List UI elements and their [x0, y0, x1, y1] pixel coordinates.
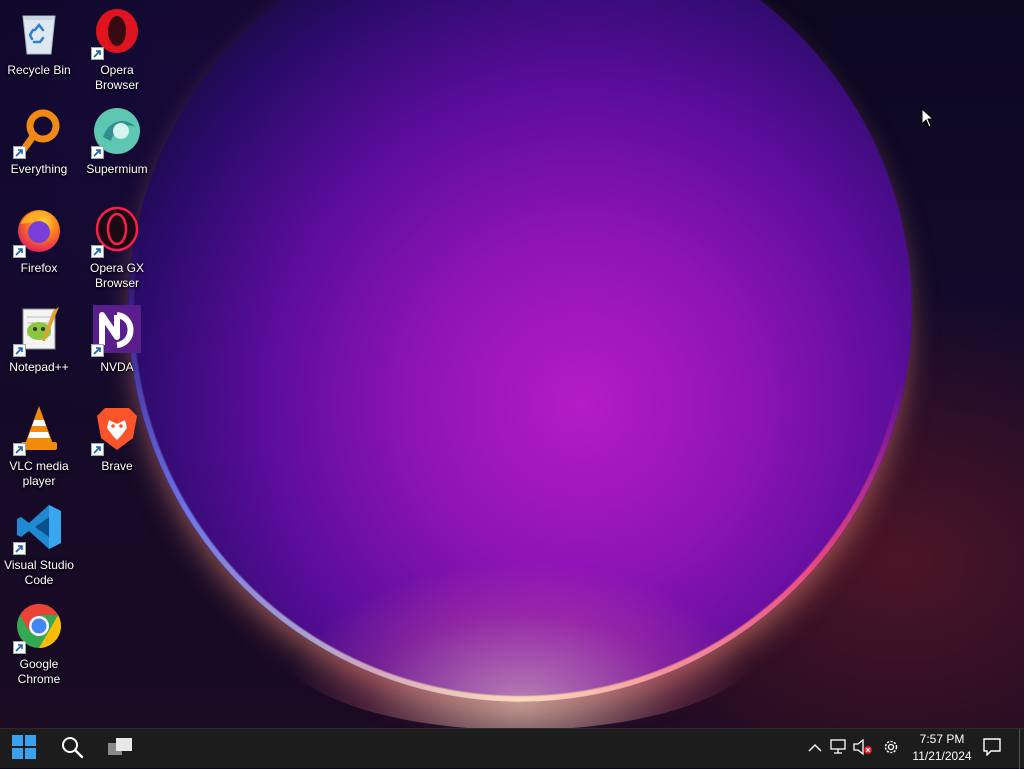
desktop-icon-label: Firefox	[20, 261, 58, 275]
desktop-icon-notepadpp[interactable]: Notepad++	[0, 305, 78, 375]
desktop-icon-label: Visual Studio Code	[4, 558, 74, 587]
opera-icon	[91, 8, 141, 60]
desktop-icon-vlc[interactable]: VLC media player	[0, 404, 78, 489]
nvda-icon	[91, 305, 141, 357]
settings-tray-button[interactable]	[880, 729, 902, 769]
shortcut-arrow-icon	[91, 146, 104, 159]
chrome-icon	[13, 602, 63, 654]
clock-time: 7:57 PM	[919, 732, 965, 746]
shortcut-arrow-icon	[91, 443, 104, 456]
shortcut-arrow-icon	[91, 245, 104, 258]
firefox-icon	[13, 206, 63, 258]
network-icon	[830, 738, 848, 760]
desktop-icon-label: Opera Browser	[94, 63, 139, 92]
desktop-icon-chrome[interactable]: Google Chrome	[0, 602, 78, 687]
desktop-icon-everything[interactable]: Everything	[0, 107, 78, 177]
desktop-icon-label: Opera GX Browser	[89, 261, 145, 290]
wallpaper-orb-glow	[280, 560, 760, 728]
everything-search-icon	[13, 107, 63, 159]
chevron-up-icon	[808, 740, 822, 758]
shortcut-arrow-icon	[13, 443, 26, 456]
notification-center-button[interactable]	[980, 729, 1004, 769]
desktop-icon-opera-browser[interactable]: Opera Browser	[78, 8, 156, 93]
show-desktop-button[interactable]	[1019, 729, 1024, 769]
shortcut-arrow-icon	[13, 641, 26, 654]
desktop-icon-label: NVDA	[100, 360, 134, 374]
network-button[interactable]	[828, 729, 850, 769]
vlc-icon	[13, 404, 63, 456]
start-button[interactable]	[0, 729, 48, 769]
desktop-icon-label: Google Chrome	[17, 657, 61, 686]
shortcut-arrow-icon	[13, 542, 26, 555]
desktop-icon-label: Brave	[101, 459, 133, 473]
notification-icon	[983, 737, 1001, 761]
search-button[interactable]	[48, 729, 96, 769]
volume-button[interactable]	[852, 729, 874, 769]
taskbar: 7:57 PM 11/21/2024	[0, 728, 1024, 769]
gear-icon	[882, 738, 900, 761]
desktop-icon-supermium[interactable]: Supermium	[78, 107, 156, 177]
desktop-icon-label: VLC media player	[9, 459, 69, 488]
vscode-icon	[13, 503, 63, 555]
desktop-icon-firefox[interactable]: Firefox	[0, 206, 78, 276]
desktop-icon-label: Everything	[10, 162, 68, 176]
task-view-button[interactable]	[96, 729, 144, 769]
shortcut-arrow-icon	[13, 245, 26, 258]
shortcut-arrow-icon	[91, 344, 104, 357]
search-icon	[60, 735, 84, 764]
brave-icon	[91, 404, 141, 456]
taskbar-clock[interactable]: 7:57 PM 11/21/2024	[906, 731, 978, 765]
show-hidden-icons-button[interactable]	[806, 729, 824, 769]
desktop-icon-opera-gx[interactable]: Opera GX Browser	[78, 206, 156, 291]
desktop-icon-vscode[interactable]: Visual Studio Code	[0, 503, 78, 588]
desktop-icon-recycle-bin[interactable]: Recycle Bin	[0, 8, 78, 78]
windows-start-icon	[12, 734, 36, 764]
volume-muted-icon	[853, 738, 873, 760]
supermium-icon	[91, 107, 141, 159]
clock-date: 11/21/2024	[912, 749, 972, 763]
notepadpp-icon	[13, 305, 63, 357]
task-view-icon	[107, 736, 133, 763]
mouse-cursor	[921, 107, 935, 133]
shortcut-arrow-icon	[91, 47, 104, 60]
desktop-icon-label: Notepad++	[9, 360, 69, 374]
shortcut-arrow-icon	[13, 344, 26, 357]
desktop-icon-label: Supermium	[86, 162, 148, 176]
opera-gx-icon	[91, 206, 141, 258]
recycle-bin-icon	[15, 8, 63, 56]
desktop-icon-brave[interactable]: Brave	[78, 404, 156, 474]
desktop-icon-label: Recycle Bin	[7, 63, 71, 77]
shortcut-arrow-icon	[13, 146, 26, 159]
desktop-icon-nvda[interactable]: NVDA	[78, 305, 156, 375]
